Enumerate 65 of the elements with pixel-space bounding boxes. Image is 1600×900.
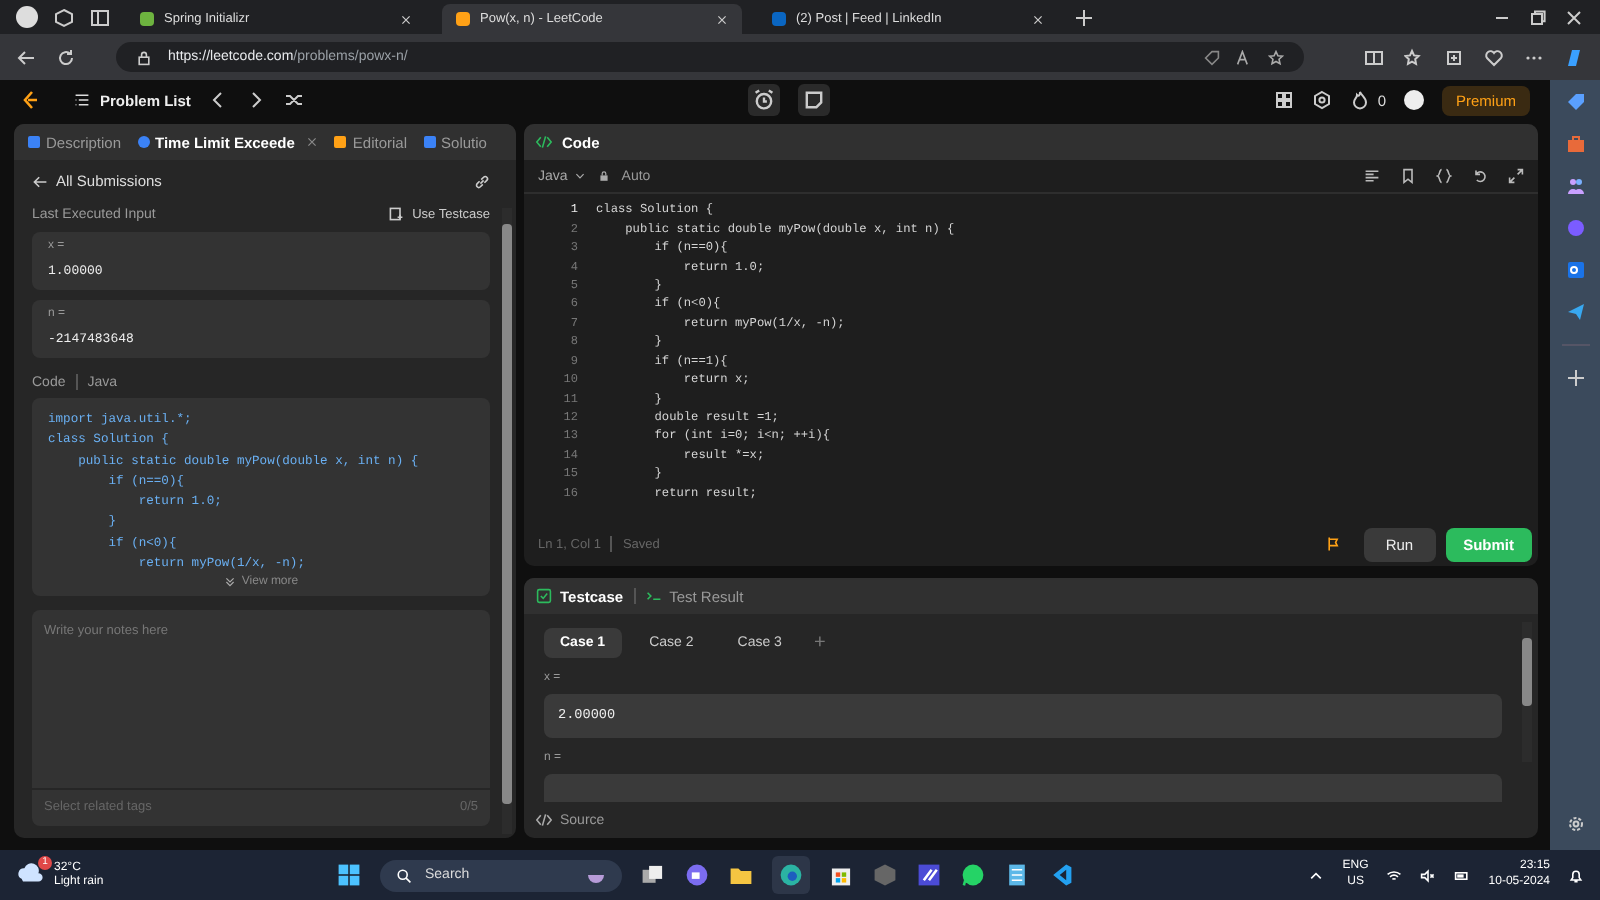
next-icon[interactable] bbox=[246, 90, 267, 110]
settings-icon[interactable] bbox=[1565, 814, 1585, 834]
terminal-icon bbox=[645, 588, 662, 604]
reload-icon[interactable] bbox=[56, 47, 76, 67]
code-editor-icon[interactable] bbox=[1048, 862, 1075, 888]
braces-icon[interactable] bbox=[1436, 168, 1452, 184]
scrollbar[interactable] bbox=[1522, 622, 1532, 762]
collections-icon[interactable] bbox=[1444, 47, 1464, 67]
bookmark-icon[interactable] bbox=[1400, 168, 1416, 184]
close-tab-icon[interactable] bbox=[400, 13, 412, 25]
star-icon[interactable] bbox=[1268, 49, 1284, 65]
send-icon[interactable] bbox=[1565, 302, 1585, 322]
back-arrow-icon[interactable] bbox=[32, 173, 48, 189]
reset-icon[interactable] bbox=[1472, 168, 1488, 184]
expand-icon[interactable] bbox=[1508, 168, 1524, 184]
browser-icon[interactable] bbox=[772, 856, 811, 894]
read-aloud-icon[interactable] bbox=[1236, 49, 1252, 65]
chevrons-down-icon bbox=[223, 576, 236, 589]
split-screen-icon[interactable] bbox=[1364, 47, 1384, 67]
avatar[interactable] bbox=[1403, 90, 1424, 110]
cube-icon[interactable] bbox=[872, 862, 899, 888]
lock-icon bbox=[136, 49, 152, 65]
scrollbar[interactable] bbox=[502, 208, 512, 834]
search-icon bbox=[396, 867, 413, 883]
profile-icon[interactable] bbox=[16, 6, 38, 28]
settings-icon[interactable] bbox=[1311, 90, 1332, 110]
start-icon[interactable] bbox=[336, 862, 363, 888]
debug-icon[interactable] bbox=[1325, 536, 1342, 552]
alarm-clock-icon[interactable] bbox=[748, 84, 781, 116]
add-file-icon bbox=[388, 206, 405, 222]
add-icon[interactable] bbox=[1565, 368, 1585, 388]
new-tab-icon[interactable] bbox=[1074, 7, 1094, 27]
speaker-muted-icon[interactable] bbox=[1420, 867, 1437, 883]
format-icon[interactable] bbox=[1364, 168, 1380, 184]
video-call-icon[interactable] bbox=[684, 862, 711, 888]
tag-icon[interactable] bbox=[1565, 92, 1585, 112]
chevron-down-icon bbox=[573, 170, 586, 182]
favorites-icon[interactable] bbox=[1404, 47, 1424, 67]
tag-icon[interactable] bbox=[1204, 49, 1220, 65]
task-view-icon[interactable] bbox=[640, 862, 667, 888]
note-icon[interactable] bbox=[798, 84, 831, 116]
chat-icon[interactable] bbox=[960, 862, 987, 888]
close-tab-icon[interactable] bbox=[1032, 13, 1044, 25]
bell-icon[interactable] bbox=[1568, 867, 1584, 883]
list-icon bbox=[74, 92, 90, 108]
close-tab-icon[interactable] bbox=[716, 13, 728, 25]
grid-icon[interactable] bbox=[1273, 90, 1294, 110]
code-icon bbox=[536, 812, 552, 828]
wifi-icon[interactable] bbox=[1386, 867, 1403, 883]
code-icon bbox=[536, 134, 552, 150]
flame-icon[interactable] bbox=[1349, 90, 1370, 110]
logo-icon[interactable] bbox=[20, 90, 40, 110]
battery-icon[interactable] bbox=[1454, 867, 1471, 883]
checkbox-icon bbox=[536, 588, 552, 604]
close-icon[interactable] bbox=[1564, 7, 1584, 27]
shuffle-icon[interactable] bbox=[284, 90, 305, 110]
people-icon[interactable] bbox=[1565, 176, 1585, 196]
tab-actions-icon[interactable] bbox=[90, 7, 110, 27]
back-arrow-icon[interactable] bbox=[16, 47, 36, 67]
notepad-icon[interactable] bbox=[1004, 862, 1031, 888]
link-icon[interactable] bbox=[474, 173, 490, 189]
briefcase-icon[interactable] bbox=[1565, 134, 1585, 154]
chevron-up-icon[interactable] bbox=[1308, 867, 1325, 883]
restore-icon[interactable] bbox=[1528, 7, 1548, 27]
lock-icon bbox=[597, 170, 610, 182]
